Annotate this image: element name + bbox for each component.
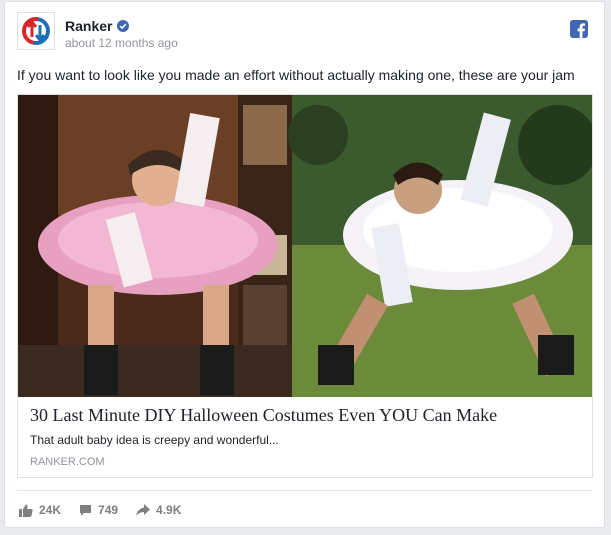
link-preview-image[interactable] bbox=[18, 95, 592, 397]
verified-badge-icon bbox=[117, 20, 130, 32]
comments-count-label: 749 bbox=[98, 503, 119, 517]
thumbs-up-icon bbox=[19, 504, 33, 517]
shares-count[interactable]: 4.9K bbox=[136, 503, 181, 517]
link-preview[interactable]: 30 Last Minute DIY Halloween Costumes Ev… bbox=[17, 94, 593, 478]
stats-divider bbox=[17, 490, 592, 491]
shares-count-label: 4.9K bbox=[156, 503, 182, 517]
share-arrow-icon bbox=[136, 504, 151, 516]
likes-count[interactable]: 24K bbox=[19, 503, 61, 517]
page-name-row: Ranker bbox=[65, 18, 130, 34]
comments-count[interactable]: 749 bbox=[79, 503, 118, 517]
ranker-logo-icon bbox=[22, 17, 50, 45]
likes-count-label: 24K bbox=[39, 503, 62, 517]
post-header: Ranker about 12 months ago bbox=[17, 12, 592, 54]
post-timestamp[interactable]: about 12 months ago bbox=[65, 36, 178, 50]
link-title[interactable]: 30 Last Minute DIY Halloween Costumes Ev… bbox=[30, 405, 497, 426]
costume-photo-collage bbox=[18, 95, 592, 397]
page-avatar[interactable] bbox=[17, 12, 55, 50]
post-card: Ranker about 12 months ago If you want t… bbox=[4, 1, 605, 528]
engagement-stats: 24K 749 4.9K bbox=[19, 503, 199, 517]
link-domain: RANKER.COM bbox=[30, 456, 105, 468]
facebook-icon[interactable] bbox=[570, 20, 588, 38]
link-description: That adult baby idea is creepy and wonde… bbox=[30, 433, 279, 447]
comment-icon bbox=[80, 504, 92, 516]
post-message: If you want to look like you made an eff… bbox=[17, 67, 575, 83]
page-name[interactable]: Ranker bbox=[65, 18, 112, 34]
